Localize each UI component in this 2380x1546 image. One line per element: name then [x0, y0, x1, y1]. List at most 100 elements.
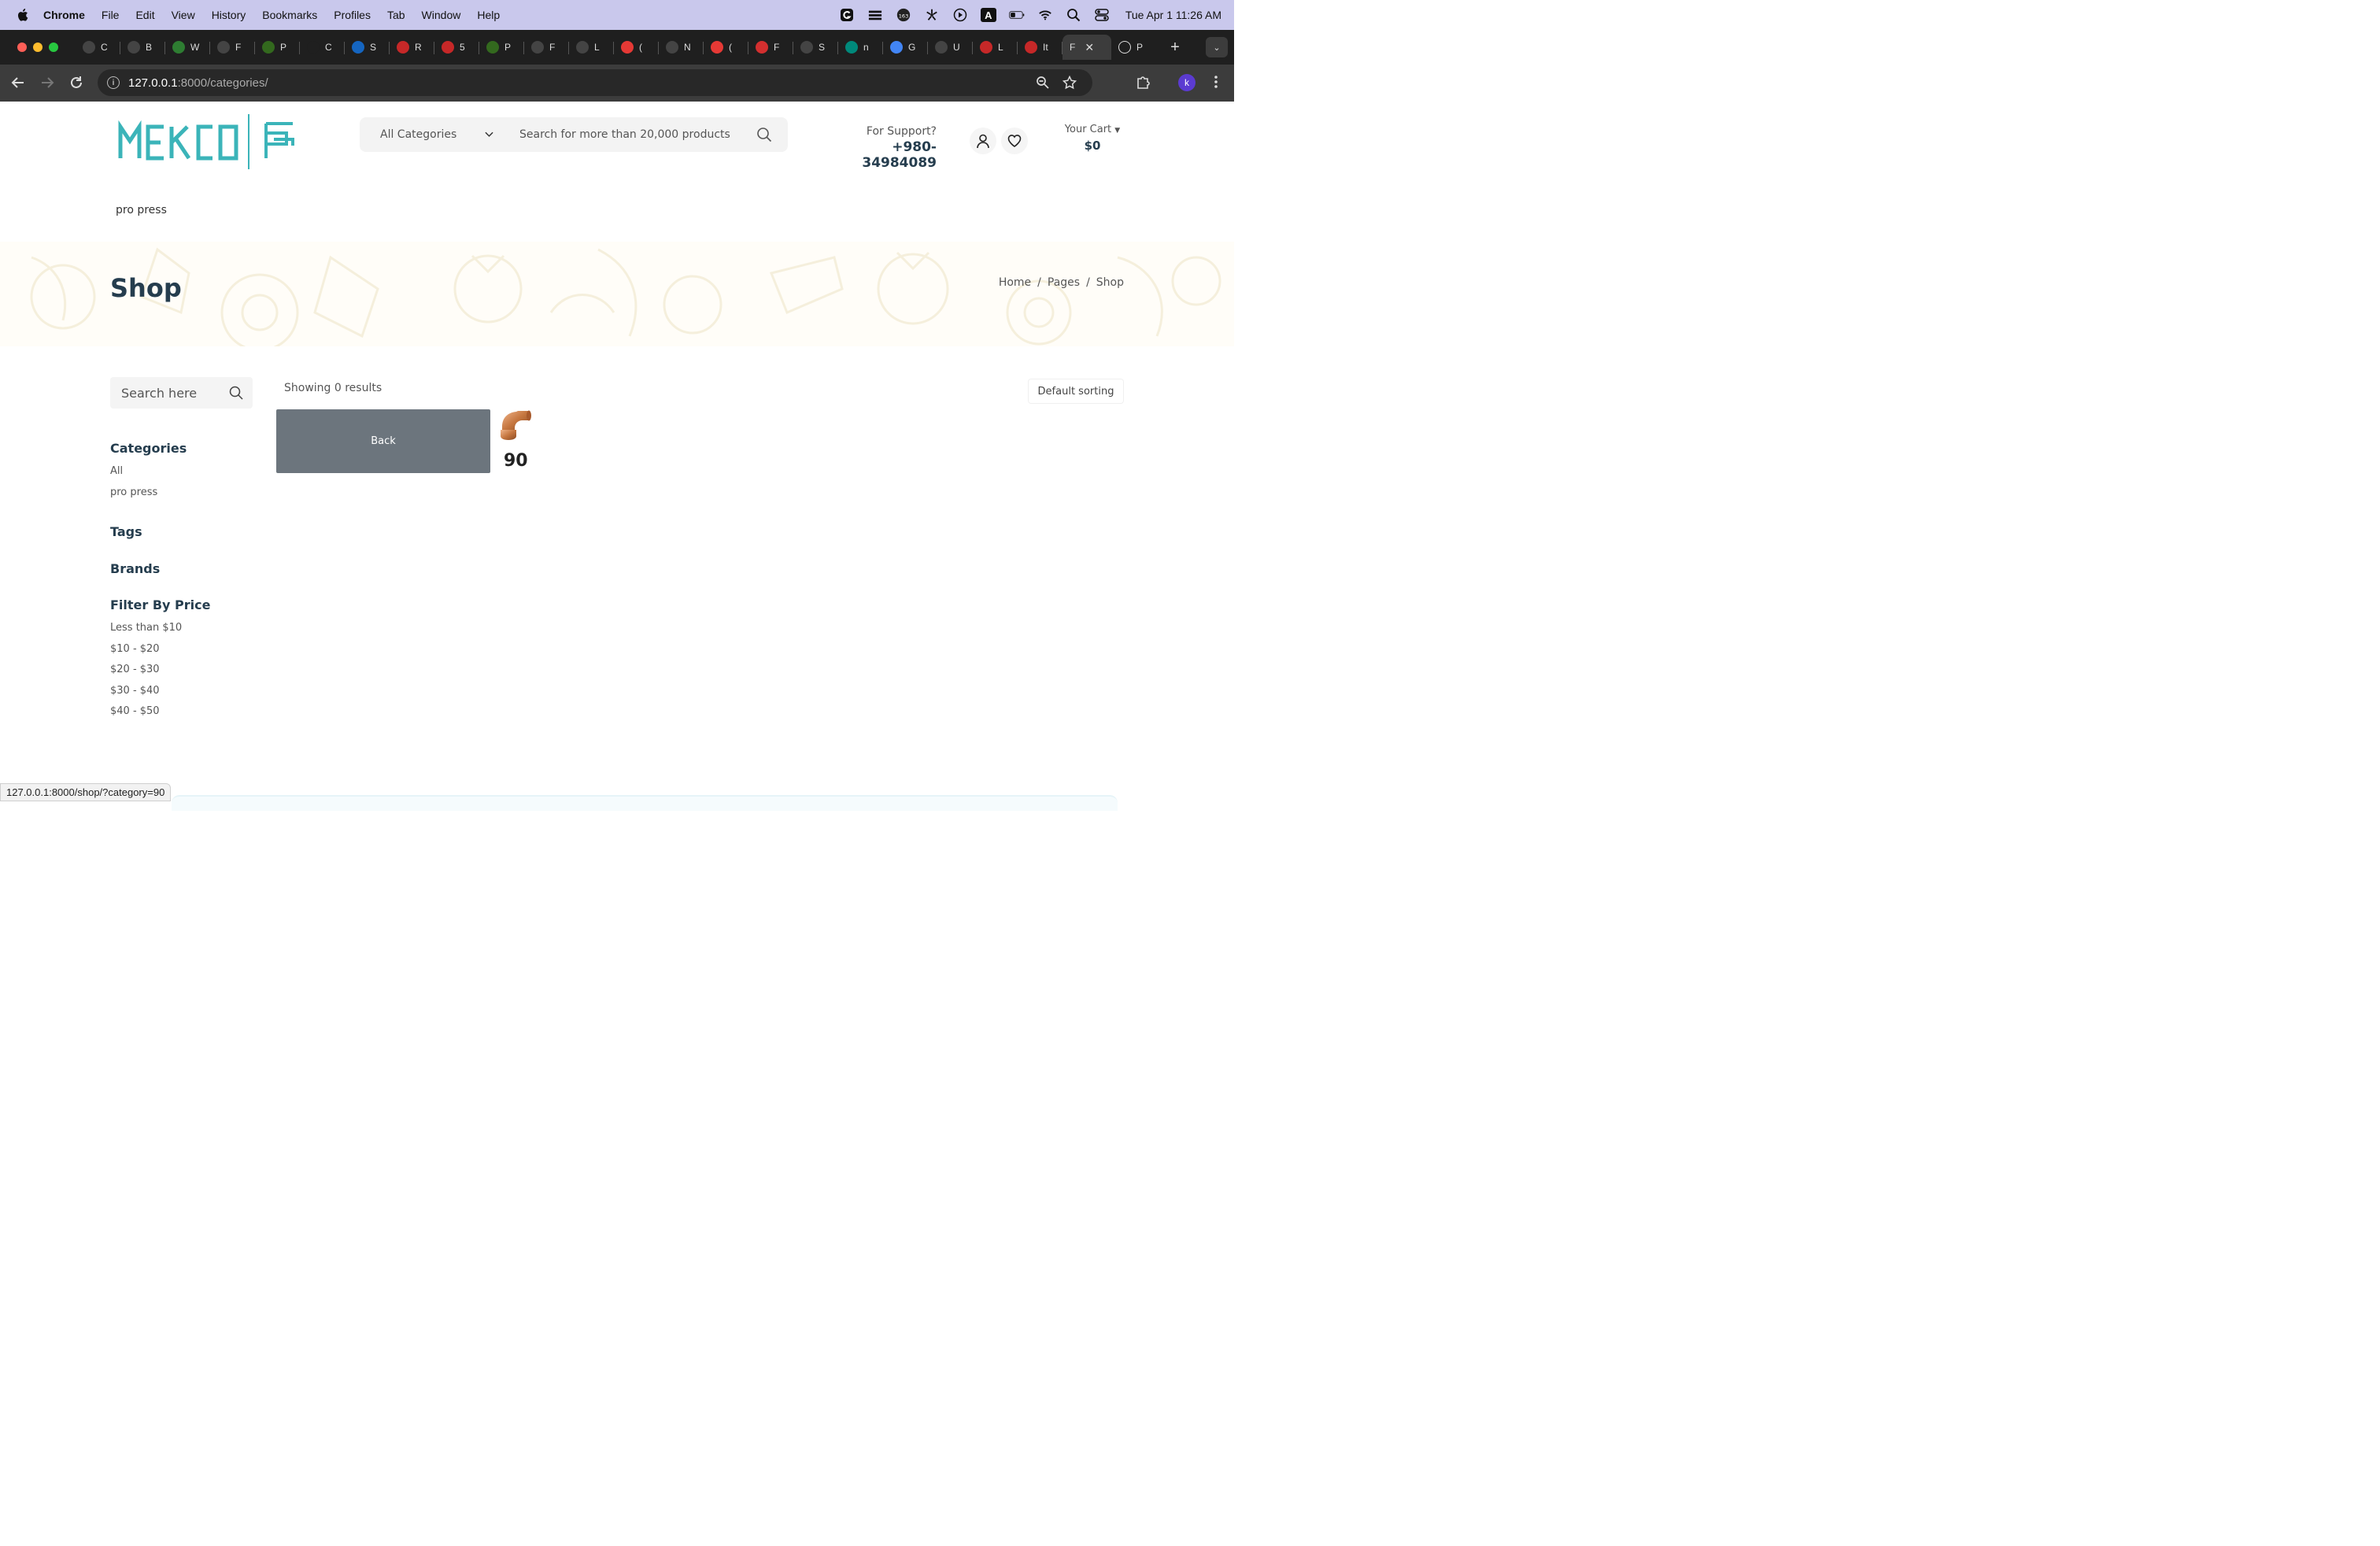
back-arrow-icon[interactable] [9, 74, 27, 91]
tab-title: n [863, 42, 869, 53]
tab-title: P [1136, 42, 1144, 53]
forward-arrow-icon[interactable] [39, 74, 56, 91]
menu-window[interactable]: Window [422, 9, 461, 21]
site-info-icon[interactable]: i [107, 76, 120, 89]
profile-avatar[interactable]: k [1178, 74, 1196, 91]
address-bar[interactable]: i 127.0.0.1:8000/categories/ [98, 69, 1092, 96]
product-search-bar: All Categories Search for more than 20,0… [360, 117, 788, 152]
support-phone[interactable]: +980-34984089 [819, 139, 937, 171]
product-search-input[interactable]: Search for more than 20,000 products [519, 128, 756, 141]
menu-edit[interactable]: Edit [135, 9, 154, 21]
browser-tab[interactable]: ( [704, 35, 748, 60]
zoom-icon[interactable] [1036, 76, 1050, 90]
mekco-logo[interactable] [116, 113, 296, 169]
breadcrumb-separator: / [1086, 276, 1090, 289]
menu-help[interactable]: Help [477, 9, 500, 21]
apple-icon[interactable] [16, 8, 28, 22]
browser-tab[interactable]: G [883, 35, 928, 60]
copper-elbow-fitting-image[interactable] [499, 409, 532, 441]
kebab-menu-icon[interactable] [1210, 74, 1221, 94]
tab-title: P [504, 42, 512, 53]
category-link-all[interactable]: All [110, 465, 123, 477]
notification-badge-icon[interactable]: 163 [896, 8, 911, 22]
browser-tab[interactable]: U [928, 35, 973, 60]
tab-search-button[interactable]: ⌄ [1206, 37, 1228, 57]
browser-tab[interactable]: C [300, 35, 345, 60]
menu-history[interactable]: History [212, 9, 246, 21]
cart-button[interactable]: Your Cart ▼ $0 [1055, 124, 1130, 153]
grammarly-icon[interactable] [839, 8, 855, 22]
extensions-icon[interactable] [1136, 74, 1151, 94]
blank-icon [307, 41, 320, 54]
wishlist-button[interactable] [1001, 128, 1028, 154]
footer-edge [172, 795, 1118, 811]
sort-select[interactable]: Default sorting [1028, 379, 1124, 404]
browser-tab[interactable]: F [748, 35, 793, 60]
zoom-window-button[interactable] [49, 43, 58, 52]
sidebar-search-placeholder: Search here [121, 385, 198, 401]
sidebar-search-input[interactable]: Search here [110, 377, 253, 409]
account-button[interactable] [970, 128, 996, 154]
browser-tab[interactable]: P [255, 35, 300, 60]
menu-tab[interactable]: Tab [387, 9, 405, 21]
active-browser-tab[interactable]: F ✕ [1062, 35, 1111, 60]
spotlight-search-icon[interactable] [1066, 8, 1081, 22]
tab-title: S [819, 42, 826, 53]
menu-view[interactable]: View [172, 9, 195, 21]
tab-title: ( [729, 42, 732, 53]
clock[interactable]: Tue Apr 1 11:26 AM [1125, 9, 1221, 21]
price-filter-option[interactable]: Less than $10 [110, 622, 182, 634]
menu-profiles[interactable]: Profiles [334, 9, 371, 21]
browser-tab[interactable]: N [659, 35, 704, 60]
tab-title: 5 [460, 42, 465, 53]
browser-tab[interactable]: P [479, 35, 524, 60]
control-center-icon[interactable] [1094, 8, 1110, 22]
price-filter-option[interactable]: $10 - $20 [110, 643, 160, 655]
browser-tab[interactable]: S [345, 35, 390, 60]
browser-tab[interactable]: ( [614, 35, 659, 60]
stack-icon[interactable] [867, 8, 883, 22]
menu-app-name[interactable]: Chrome [43, 9, 85, 21]
fan-icon[interactable] [924, 8, 940, 22]
search-icon[interactable] [756, 127, 772, 142]
category-select[interactable]: All Categories [380, 128, 498, 141]
browser-tab[interactable]: B [120, 35, 165, 60]
browser-tab[interactable]: 5 [434, 35, 479, 60]
browser-tab[interactable]: It [1018, 35, 1062, 60]
minimize-window-button[interactable] [33, 43, 42, 52]
browser-tab[interactable]: F [210, 35, 255, 60]
product-name[interactable]: 90 [504, 451, 528, 471]
browser-tab[interactable]: L [973, 35, 1018, 60]
close-window-button[interactable] [17, 43, 27, 52]
browser-tab[interactable]: R [390, 35, 434, 60]
search-icon[interactable] [229, 386, 243, 400]
browser-tab[interactable]: P [1111, 35, 1156, 60]
breadcrumb: Home / Pages / Shop [999, 276, 1124, 289]
menu-bookmarks[interactable]: Bookmarks [262, 9, 317, 21]
price-filter-option[interactable]: $30 - $40 [110, 685, 160, 697]
price-filter-option[interactable]: $20 - $30 [110, 664, 160, 675]
web-page: All Categories Search for more than 20,0… [0, 102, 1234, 811]
category-link-pro-press[interactable]: pro press [110, 486, 157, 498]
chevron-down-icon [485, 130, 493, 140]
menu-file[interactable]: File [102, 9, 120, 21]
browser-tab[interactable]: W [165, 35, 210, 60]
browser-tab[interactable]: n [838, 35, 883, 60]
back-button[interactable]: Back [276, 409, 490, 473]
play-icon[interactable] [952, 8, 968, 22]
browser-tab[interactable]: L [569, 35, 614, 60]
input-source-icon[interactable]: A [980, 8, 996, 22]
battery-icon[interactable] [1009, 8, 1025, 22]
browser-tab[interactable]: S [793, 35, 838, 60]
browser-tab[interactable]: C [76, 35, 120, 60]
new-tab-button[interactable]: + [1162, 35, 1188, 60]
wifi-icon[interactable] [1037, 8, 1053, 22]
close-tab-icon[interactable]: ✕ [1085, 41, 1094, 54]
nav-category-link[interactable]: pro press [116, 204, 167, 216]
reload-icon[interactable] [68, 74, 85, 91]
browser-tab[interactable]: F [524, 35, 569, 60]
price-filter-option[interactable]: $40 - $50 [110, 705, 160, 717]
breadcrumb-home[interactable]: Home [999, 276, 1031, 289]
breadcrumb-pages[interactable]: Pages [1048, 276, 1080, 289]
bookmark-star-icon[interactable] [1062, 76, 1077, 90]
